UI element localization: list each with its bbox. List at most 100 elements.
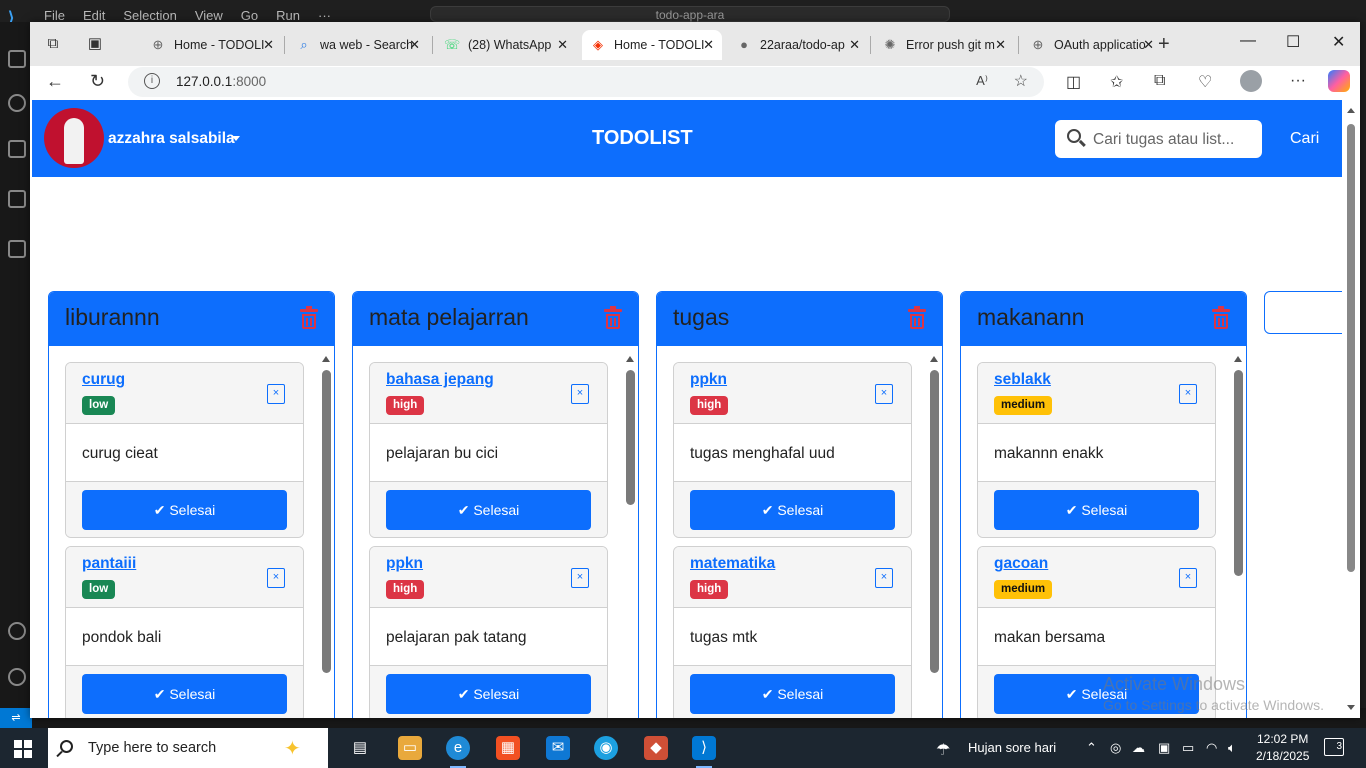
edit-task-note-icon[interactable]: × xyxy=(571,384,589,404)
more-menu-icon[interactable]: ··· xyxy=(1290,72,1306,90)
debug-icon[interactable] xyxy=(8,190,26,208)
site-info-icon[interactable]: i xyxy=(144,73,160,89)
mail-icon[interactable]: ✉ xyxy=(546,736,570,760)
source-control-icon[interactable] xyxy=(8,140,26,158)
close-tab-icon[interactable]: ✕ xyxy=(849,37,860,53)
edit-task-note-icon[interactable]: × xyxy=(875,384,893,404)
edit-task-note-icon[interactable]: × xyxy=(1179,568,1197,588)
task-title-link[interactable]: matematika xyxy=(690,555,775,573)
menu-go[interactable]: Go xyxy=(241,8,258,23)
back-arrow-icon[interactable]: ← xyxy=(46,71,64,92)
maximize-icon[interactable]: ☐ xyxy=(1286,32,1300,52)
search-icon[interactable] xyxy=(8,94,26,112)
close-window-icon[interactable]: ✕ xyxy=(1332,32,1345,52)
list-scrollbar[interactable] xyxy=(322,356,331,718)
add-list-card[interactable] xyxy=(1264,291,1342,334)
task-title-link[interactable]: seblakk xyxy=(994,371,1051,389)
vscode-command-search[interactable]: todo-app-ara xyxy=(430,6,950,22)
extensions-icon[interactable] xyxy=(8,240,26,258)
wifi-icon[interactable]: ◠ xyxy=(1206,740,1217,756)
complete-task-button[interactable]: ✔ Selesai xyxy=(82,674,287,714)
close-tab-icon[interactable]: ✕ xyxy=(409,37,420,53)
close-tab-icon[interactable]: ✕ xyxy=(1143,37,1154,53)
brand-title[interactable]: TODOLIST xyxy=(592,127,693,150)
task-title-link[interactable]: ppkn xyxy=(386,555,423,573)
read-aloud-icon[interactable]: A⁾ xyxy=(976,73,988,89)
weather-text[interactable]: Hujan sore hari xyxy=(968,740,1056,755)
menu-view[interactable]: View xyxy=(195,8,223,23)
remote-icon[interactable]: ⇌ xyxy=(0,708,32,728)
page-scrollbar[interactable] xyxy=(1342,100,1360,718)
menu-file[interactable]: File xyxy=(44,8,65,23)
taskbar-search[interactable]: Type here to search ✦ xyxy=(48,728,328,768)
task-view-icon[interactable]: ▤ xyxy=(348,736,372,760)
menu-more[interactable]: ··· xyxy=(318,8,331,23)
browser-tab[interactable]: ⌕ wa web - Search ✕ xyxy=(288,30,428,60)
user-avatar[interactable] xyxy=(44,108,104,168)
edit-task-note-icon[interactable]: × xyxy=(267,384,285,404)
favorites-icon[interactable]: ✩ xyxy=(1110,72,1123,92)
complete-task-button[interactable]: ✔ Selesai xyxy=(690,674,895,714)
complete-task-button[interactable]: ✔ Selesai xyxy=(690,490,895,530)
show-hidden-icons-icon[interactable]: ⌃ xyxy=(1086,740,1097,756)
copilot-icon[interactable] xyxy=(1328,70,1350,92)
edit-task-note-icon[interactable]: × xyxy=(875,568,893,588)
collections-icon[interactable]: ⧉ xyxy=(1154,72,1165,90)
browser-essentials-icon[interactable]: ♡ xyxy=(1198,72,1212,92)
list-scrollbar[interactable] xyxy=(930,356,939,718)
browser-tab[interactable]: ● 22araa/todo-ap ✕ xyxy=(728,30,868,60)
clock[interactable]: 12:02 PM 2/18/2025 xyxy=(1256,731,1309,765)
delete-list-trash-icon[interactable] xyxy=(604,306,622,329)
complete-task-button[interactable]: ✔ Selesai xyxy=(386,490,591,530)
explorer-icon[interactable] xyxy=(8,50,26,68)
edit-task-note-icon[interactable]: × xyxy=(571,568,589,588)
onedrive-icon[interactable]: ☁ xyxy=(1132,740,1145,756)
workspaces-icon[interactable]: ⧉ xyxy=(44,35,62,53)
close-tab-icon[interactable]: ✕ xyxy=(703,37,714,53)
task-title-link[interactable]: bahasa jepang xyxy=(386,371,494,389)
edit-task-note-icon[interactable]: × xyxy=(267,568,285,588)
delete-list-trash-icon[interactable] xyxy=(908,306,926,329)
weather-icon[interactable]: ☂ xyxy=(936,740,950,760)
close-tab-icon[interactable]: ✕ xyxy=(557,37,568,53)
display-icon[interactable]: ▣ xyxy=(1158,740,1170,756)
close-tab-icon[interactable]: ✕ xyxy=(995,37,1006,53)
menu-run[interactable]: Run xyxy=(276,8,300,23)
browser-tab[interactable]: ✺ Error push git m ✕ xyxy=(874,30,1014,60)
menu-selection[interactable]: Selection xyxy=(123,8,176,23)
minimize-icon[interactable]: — xyxy=(1240,32,1256,50)
search-button[interactable]: Cari xyxy=(1290,130,1319,148)
refresh-icon[interactable]: ↻ xyxy=(90,71,105,92)
store-icon[interactable]: ▦ xyxy=(496,736,520,760)
complete-task-button[interactable]: ✔ Selesai xyxy=(386,674,591,714)
settings-gear-icon[interactable] xyxy=(8,668,26,686)
task-title-link[interactable]: gacoan xyxy=(994,555,1048,573)
list-scrollbar[interactable] xyxy=(1234,356,1243,718)
search-input[interactable]: Cari tugas atau list... xyxy=(1055,120,1262,158)
notifications-icon[interactable]: 3 xyxy=(1324,738,1344,756)
browser-tab[interactable]: ⊕ OAuth applicatio ✕ xyxy=(1022,30,1162,60)
browser-tab[interactable]: ⊕ Home - TODOLI ✕ xyxy=(142,30,282,60)
new-tab-icon[interactable]: + xyxy=(1158,33,1170,56)
edit-task-note-icon[interactable]: × xyxy=(1179,384,1197,404)
close-tab-icon[interactable]: ✕ xyxy=(263,37,274,53)
task-title-link[interactable]: ppkn xyxy=(690,371,727,389)
windows-start-icon[interactable] xyxy=(14,740,32,758)
edge-icon[interactable]: e xyxy=(446,736,470,768)
list-scrollbar[interactable] xyxy=(626,356,635,718)
browser-tab[interactable]: ☏ (28) WhatsApp ✕ xyxy=(436,30,576,60)
account-icon[interactable] xyxy=(8,622,26,640)
vscode-icon[interactable]: ⟩ xyxy=(692,736,716,768)
meet-icon[interactable]: ◎ xyxy=(1110,740,1121,756)
menu-edit[interactable]: Edit xyxy=(83,8,105,23)
task-title-link[interactable]: curug xyxy=(82,371,125,389)
battery-icon[interactable]: ▭ xyxy=(1182,740,1194,756)
delete-list-trash-icon[interactable] xyxy=(1212,306,1230,329)
git-icon[interactable]: ◆ xyxy=(644,736,668,760)
split-screen-icon[interactable]: ◫ xyxy=(1066,72,1081,92)
complete-task-button[interactable]: ✔ Selesai xyxy=(994,490,1199,530)
browser-tab[interactable]: ◈ Home - TODOLI ✕ xyxy=(582,30,722,60)
profile-avatar-icon[interactable] xyxy=(1240,70,1262,92)
user-dropdown[interactable]: azzahra salsabila xyxy=(108,130,235,148)
app-icon[interactable]: ◉ xyxy=(594,736,618,760)
